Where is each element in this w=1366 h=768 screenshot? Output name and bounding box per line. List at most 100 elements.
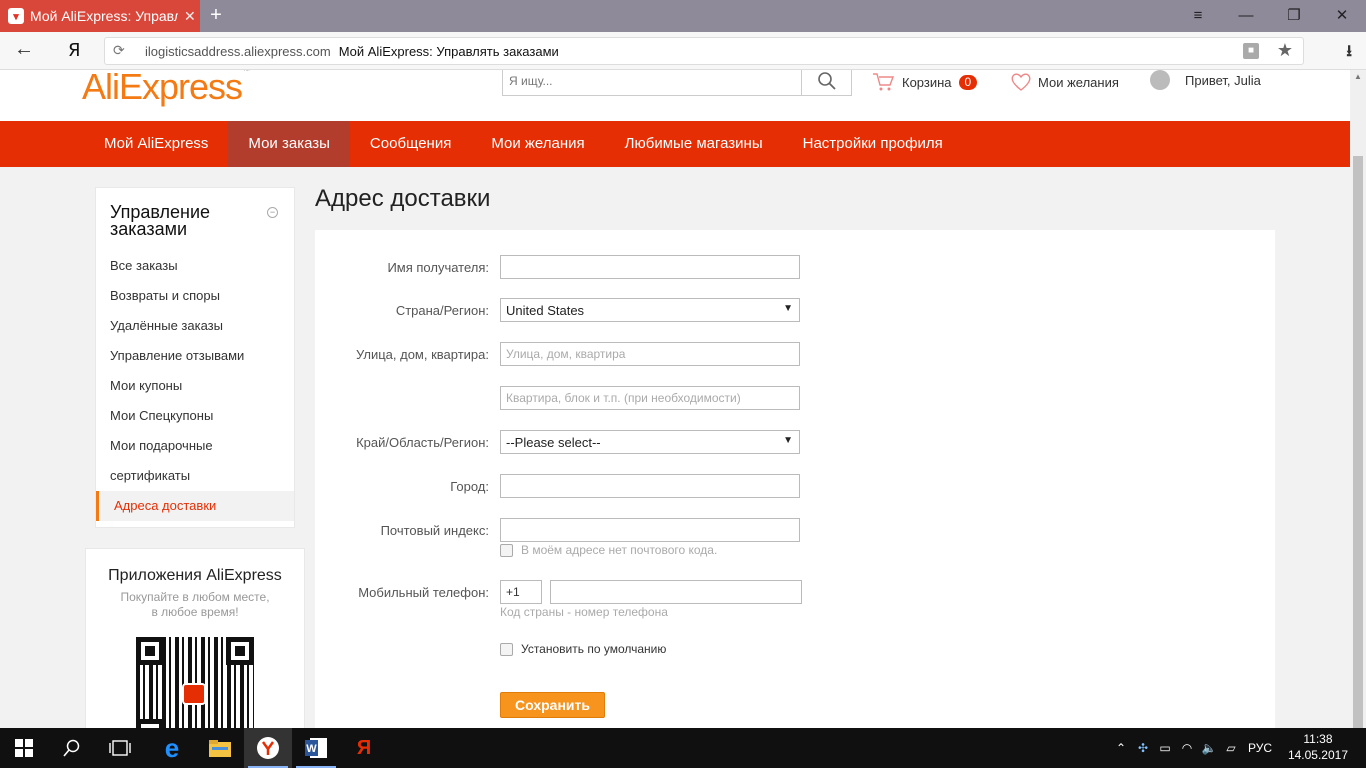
nav-profile-settings[interactable]: Настройки профиля (783, 121, 963, 167)
sidebar-item-special-coupons[interactable]: Мои Спецкупоны (96, 401, 294, 431)
yandex-button[interactable]: Я (68, 40, 81, 61)
cart-count-badge: 0 (958, 74, 978, 90)
nav-favorite-stores[interactable]: Любимые магазины (605, 121, 783, 167)
refresh-icon[interactable]: ⟳ (113, 42, 125, 59)
volume-icon[interactable]: 🔈 (1198, 741, 1220, 755)
cart-link[interactable]: Корзина 0 (872, 72, 978, 92)
new-tab-button[interactable]: + (204, 4, 228, 28)
aliexpress-favicon-icon: ▾ (8, 8, 24, 24)
sidebar-item-gift-cards[interactable]: Мои подарочные (96, 431, 294, 461)
lock-icon[interactable]: ■ (1243, 43, 1259, 59)
logo-text: AliExpress (82, 70, 243, 107)
apps-promo: Приложения AliExpress Покупайте в любом … (85, 548, 305, 728)
bookmark-star-icon[interactable]: ★ (1277, 40, 1293, 61)
minimize-button[interactable]: — (1222, 0, 1270, 32)
sidebar-item-manage-reviews[interactable]: Управление отзывами (96, 341, 294, 371)
city-input[interactable] (500, 474, 800, 498)
input-language[interactable]: РУС (1242, 741, 1278, 755)
tray-expand-icon[interactable]: ⌃ (1110, 741, 1132, 755)
apartment-input[interactable] (500, 386, 800, 410)
sidebar-item-gift-cards-cont[interactable]: сертификаты (96, 461, 294, 491)
page-scrollbar[interactable]: ▲ (1350, 70, 1366, 728)
download-icon[interactable]: ⭳ (1346, 40, 1352, 67)
notifications-icon[interactable]: ▱ (1220, 741, 1242, 755)
windows-taskbar: e W Я ⌃ ✣ ▭ ◠ 🔈 ▱ РУС 11:38 14.05.2017 (0, 728, 1366, 768)
restore-button[interactable]: ❐ (1270, 0, 1318, 32)
phone-number-input[interactable] (550, 580, 802, 604)
scrollbar-thumb[interactable] (1353, 156, 1363, 728)
nav-wishlist[interactable]: Мои желания (471, 121, 604, 167)
browser-menu-button[interactable]: ≡ (1174, 0, 1222, 32)
zip-input[interactable] (500, 518, 800, 542)
sidebar-item-all-orders[interactable]: Все заказы (96, 251, 294, 281)
city-label: Город: (450, 479, 489, 494)
street-input[interactable] (500, 342, 800, 366)
country-value: United States (506, 303, 585, 318)
page-title: Адрес доставки (315, 185, 491, 212)
url-page-title: Мой AliExpress: Управлять заказами (338, 44, 559, 59)
scroll-up-icon[interactable]: ▲ (1354, 72, 1362, 81)
street-label: Улица, дом, квартира: (355, 347, 489, 362)
city-row: Город: (315, 474, 1275, 498)
no-zip-checkbox[interactable] (500, 544, 513, 557)
apps-subtitle: Покупайте в любом месте, в любое время! (120, 590, 270, 619)
default-address-label: Установить по умолчанию (521, 642, 667, 656)
yandex-app-icon[interactable]: Я (340, 728, 388, 768)
nav-messages[interactable]: Сообщения (350, 121, 471, 167)
file-explorer-icon[interactable] (196, 728, 244, 768)
back-arrow-icon[interactable]: ← (14, 38, 34, 61)
browser-tab-active[interactable]: ▾ Мой AliExpress: Управлять заказами ✕ (0, 0, 200, 32)
wishlist-link[interactable]: Мои желания (1010, 72, 1119, 92)
user-menu[interactable]: Привет, Julia (1150, 70, 1261, 90)
url-field[interactable]: ⟳ ilogisticsaddress.aliexpress.com Мой Al… (104, 37, 1304, 65)
no-zip-label: В моём адресе нет почтового кода. (521, 543, 718, 557)
url-text[interactable]: ilogisticsaddress.aliexpress.com Мой AliE… (145, 44, 559, 59)
phone-label: Мобильный телефон: (358, 585, 489, 600)
zip-label: Почтовый индекс: (380, 523, 489, 538)
qr-finder-top-left (136, 637, 164, 665)
tab-close-icon[interactable]: ✕ (184, 8, 196, 25)
recipient-input[interactable] (500, 255, 800, 279)
aliexpress-app-icon (182, 683, 206, 705)
apartment-row (315, 386, 1275, 410)
search-button[interactable] (801, 70, 851, 95)
qr-code-icon (136, 637, 254, 728)
sidebar-item-coupons[interactable]: Мои купоны (96, 371, 294, 401)
site-header: AliExpress™ Корзина 0 Мои желания Привет… (0, 70, 1350, 121)
folder-icon (209, 740, 231, 757)
taskbar-search-icon (63, 739, 80, 757)
yandex-browser-taskbar-icon[interactable] (244, 728, 292, 768)
page-viewport: AliExpress™ Корзина 0 Мои желания Привет… (0, 70, 1350, 728)
svg-text:W: W (306, 743, 317, 755)
sidebar-item-deleted-orders[interactable]: Удалённые заказы (96, 311, 294, 341)
clock[interactable]: 11:38 14.05.2017 (1288, 731, 1348, 763)
default-address-checkbox[interactable] (500, 643, 513, 656)
region-value: --Please select-- (506, 435, 601, 450)
country-select[interactable]: United States ▼ (500, 298, 800, 322)
dropdown-caret-icon: ▼ (783, 435, 793, 446)
windows-start-icon[interactable] (0, 728, 48, 768)
phone-code-input[interactable] (500, 580, 542, 604)
save-button[interactable]: Сохранить (500, 692, 605, 718)
tray-app-icon[interactable]: ▭ (1154, 741, 1176, 755)
clock-date: 14.05.2017 (1287, 748, 1348, 762)
nav-my-orders[interactable]: Мои заказы (228, 121, 350, 167)
aliexpress-logo[interactable]: AliExpress™ (82, 70, 250, 108)
qr-finder-bottom-left (136, 719, 164, 728)
nav-my-aliexpress[interactable]: Мой AliExpress (84, 121, 228, 167)
task-view-icon[interactable] (96, 728, 144, 768)
collapse-icon[interactable]: − (267, 207, 278, 218)
sidebar-item-returns-disputes[interactable]: Возвраты и споры (96, 281, 294, 311)
main-nav: Мой AliExpress Мои заказы Сообщения Мои … (0, 121, 1350, 167)
wifi-icon[interactable]: ◠ (1176, 741, 1198, 755)
edge-browser-icon[interactable]: e (148, 728, 196, 768)
search-icon[interactable] (48, 728, 96, 768)
close-window-button[interactable]: ✕ (1318, 0, 1366, 32)
region-select[interactable]: --Please select-- ▼ (500, 430, 800, 454)
dropbox-icon[interactable]: ✣ (1132, 741, 1154, 755)
wishlist-label: Мои желания (1038, 74, 1119, 90)
word-icon[interactable]: W (292, 728, 340, 768)
sidebar-item-shipping-addresses[interactable]: Адреса доставки (96, 491, 294, 521)
search-input[interactable] (503, 70, 803, 95)
region-label: Край/Область/Регион: (356, 435, 489, 450)
